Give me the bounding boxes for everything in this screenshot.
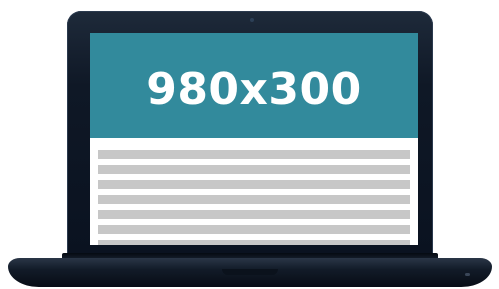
laptop-lid-notch bbox=[222, 269, 278, 275]
placeholder-text-line bbox=[98, 180, 410, 189]
placeholder-text-line bbox=[98, 195, 410, 204]
status-light-icon bbox=[465, 273, 470, 276]
placeholder-text-line bbox=[98, 225, 410, 234]
placeholder-text-line bbox=[98, 165, 410, 174]
placeholder-text-line bbox=[98, 210, 410, 219]
banner-placeholder: 980x300 bbox=[90, 33, 418, 138]
banner-size-label: 980x300 bbox=[146, 64, 362, 115]
laptop-screen: 980x300 bbox=[90, 33, 418, 245]
webcam-icon bbox=[250, 18, 254, 22]
placeholder-text-line bbox=[98, 240, 410, 245]
placeholder-text-line bbox=[98, 150, 410, 159]
